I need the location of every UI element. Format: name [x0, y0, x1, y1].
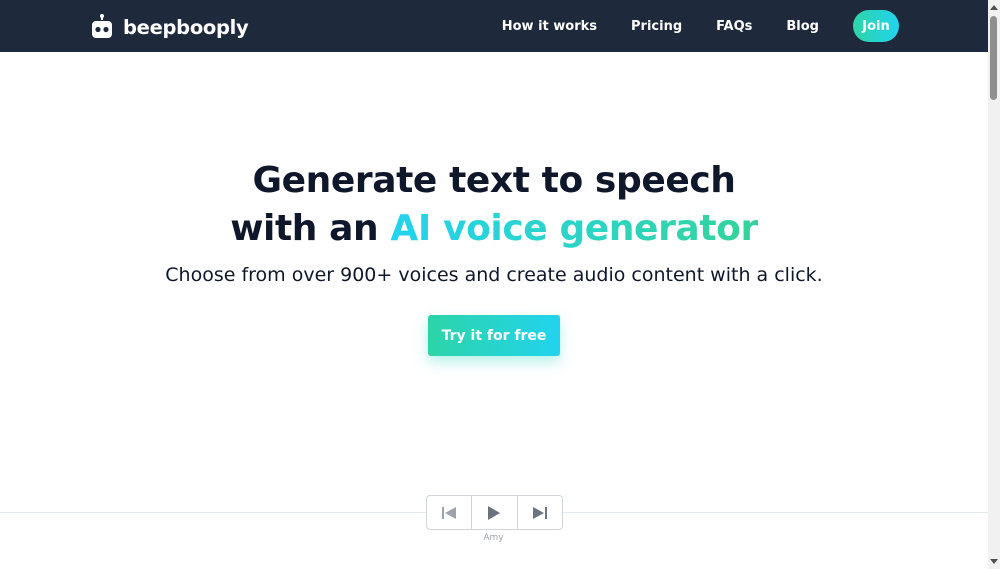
- audio-player-controls: [426, 495, 563, 530]
- nav-links: How it works Pricing FAQs Blog Join: [502, 0, 899, 52]
- hero-subtitle: Choose from over 900+ voices and create …: [165, 264, 823, 286]
- scroll-down-arrow-icon[interactable]: [990, 559, 998, 564]
- previous-button[interactable]: [427, 496, 473, 529]
- nav-link-blog[interactable]: Blog: [786, 19, 819, 34]
- page-scrollbar[interactable]: [988, 0, 1000, 569]
- scroll-up-arrow-icon[interactable]: [990, 5, 998, 10]
- page: beepbooply How it works Pricing FAQs Blo…: [0, 0, 1000, 569]
- play-icon: [488, 505, 501, 520]
- brand-logo-link[interactable]: beepbooply: [91, 13, 249, 41]
- nav-link-pricing[interactable]: Pricing: [631, 19, 682, 34]
- skip-back-icon: [442, 506, 457, 519]
- navbar: beepbooply How it works Pricing FAQs Blo…: [0, 0, 988, 52]
- hero-title-line-2: with an AI voice generator: [0, 205, 988, 253]
- nav-link-faqs[interactable]: FAQs: [716, 19, 752, 34]
- brand-name: beepbooply: [123, 15, 249, 39]
- hero-title-line-1: Generate text to speech: [252, 160, 736, 201]
- robot-logo-icon: [92, 14, 112, 38]
- hero-title: Generate text to speech with an AI voice…: [0, 157, 988, 253]
- skip-forward-icon: [532, 506, 547, 519]
- join-button[interactable]: Join: [853, 10, 899, 42]
- next-button[interactable]: [518, 496, 562, 529]
- nav-link-how-it-works[interactable]: How it works: [502, 19, 597, 34]
- try-free-button[interactable]: Try it for free: [428, 315, 560, 356]
- voice-name-label: Amy: [483, 533, 504, 543]
- hero-title-prefix: with an: [230, 208, 391, 249]
- hero-title-highlight: AI voice generator: [390, 208, 758, 249]
- play-button[interactable]: [472, 496, 518, 529]
- scrollbar-thumb[interactable]: [990, 16, 997, 100]
